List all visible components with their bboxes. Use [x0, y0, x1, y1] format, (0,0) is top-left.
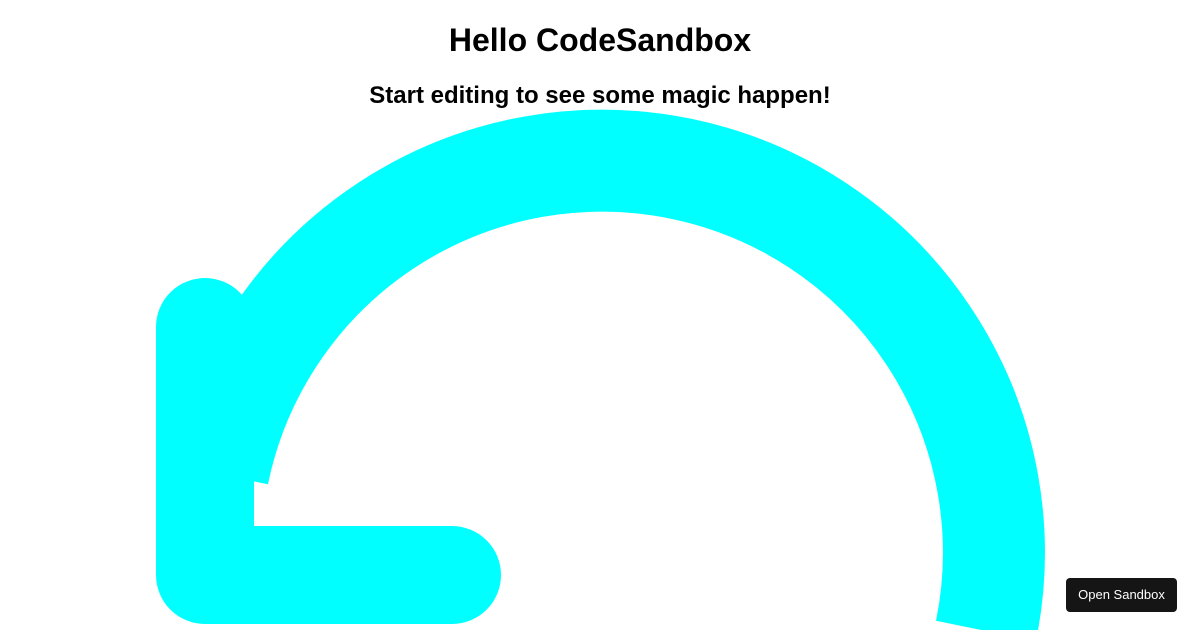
undo-arrow-head — [156, 278, 501, 624]
open-sandbox-button[interactable]: Open Sandbox — [1066, 578, 1177, 612]
undo-arrow-icon — [156, 109, 1045, 630]
